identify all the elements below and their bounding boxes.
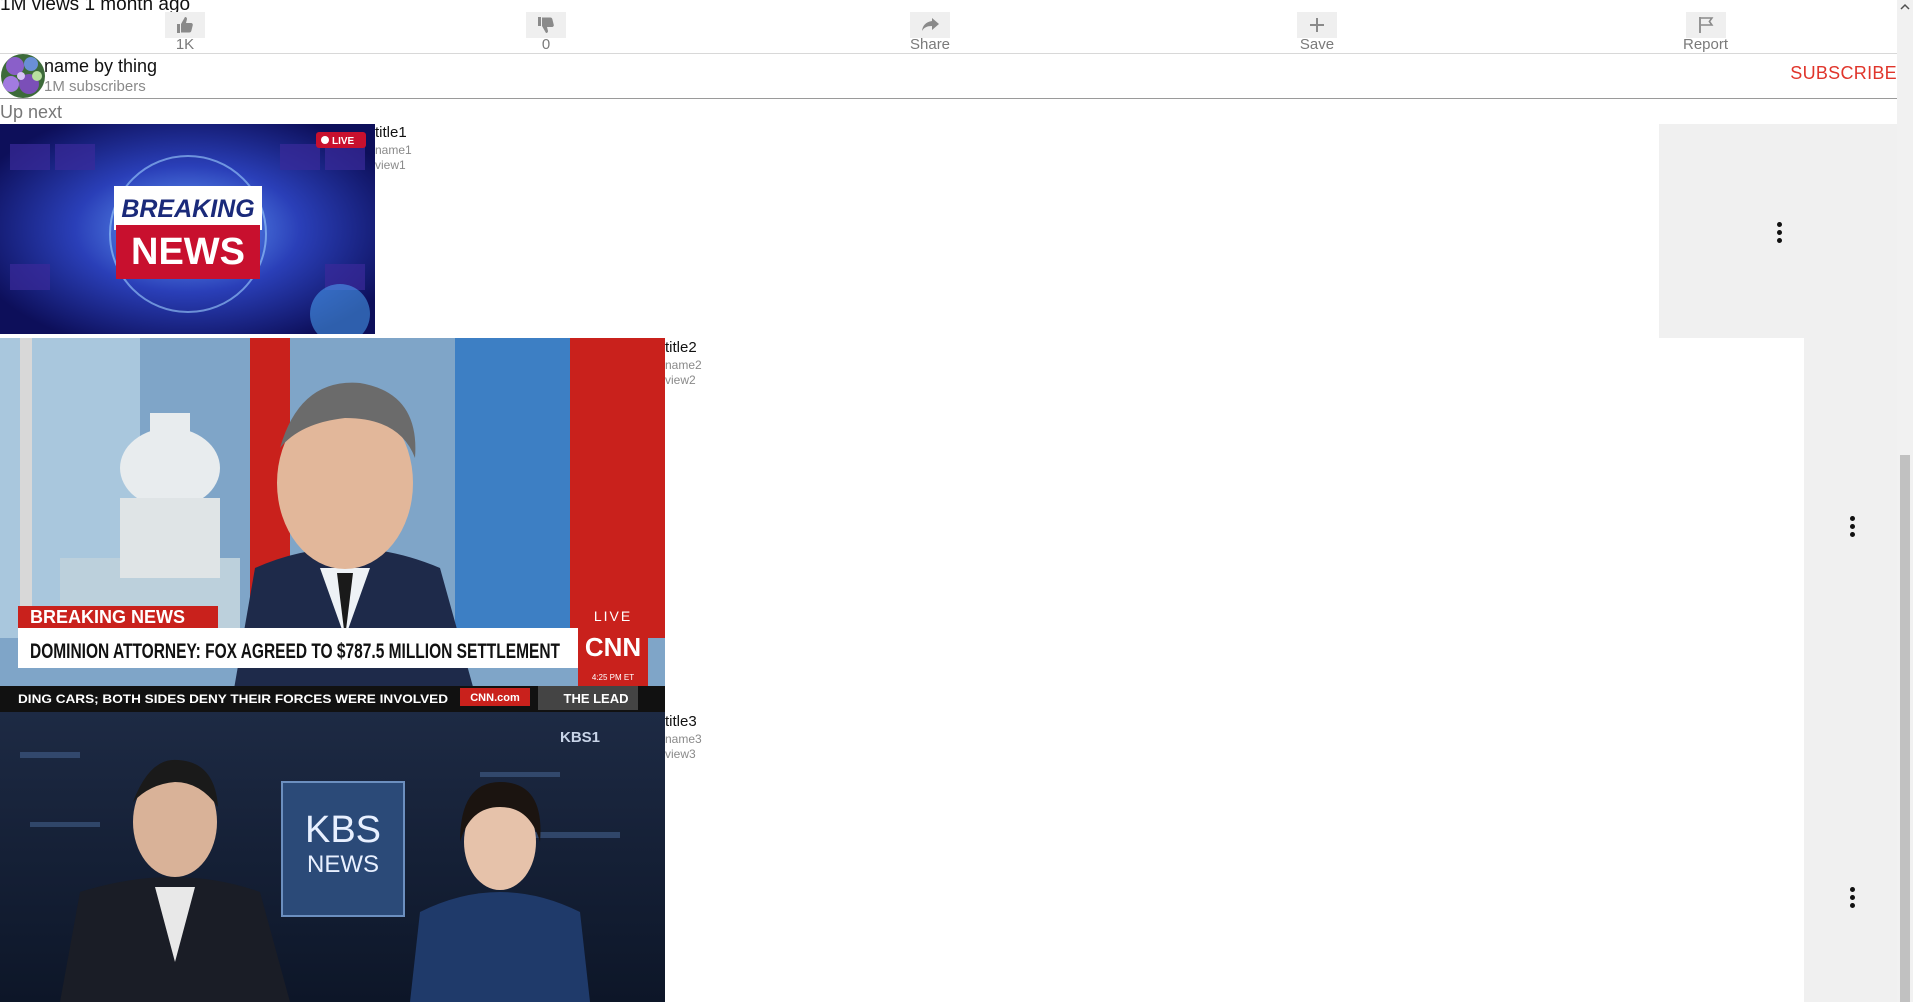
thumbs-up-icon: [165, 12, 205, 38]
dislike-button[interactable]: 0: [526, 12, 566, 54]
thumbnail-caption: 4:25 PM ET: [592, 673, 634, 682]
thumbnail-caption: DOMINION ATTORNEY: FOX AGREED TO $787.5 …: [30, 640, 560, 663]
save-label: Save: [1299, 36, 1335, 53]
subscriber-count: 1M subscribers: [44, 78, 146, 95]
dislike-count: 0: [541, 36, 551, 53]
video-channel: name2: [665, 358, 702, 372]
thumbnail-caption: KBS: [305, 809, 381, 851]
avatar[interactable]: [1, 54, 45, 98]
video-thumbnail[interactable]: LIVE BREAKING NEWS: [0, 124, 375, 334]
save-button[interactable]: Save: [1297, 12, 1337, 54]
scrollbar-thumb[interactable]: [1900, 455, 1910, 1002]
video-thumbnail[interactable]: KBS NEWS KBS1: [0, 712, 665, 1002]
video-title[interactable]: title3: [665, 713, 697, 730]
like-count: 1K: [175, 36, 195, 53]
thumbnail-caption: BREAKING: [121, 195, 254, 223]
more-options-icon[interactable]: [1849, 516, 1855, 537]
thumbnail-caption: LIVE: [594, 608, 632, 624]
scroll-up-arrow-icon[interactable]: [1900, 2, 1910, 12]
like-button[interactable]: 1K: [165, 12, 205, 54]
more-options-icon[interactable]: [1849, 887, 1855, 908]
thumbnail-caption: NEWS: [307, 851, 379, 878]
thumbnail-caption: CNN.com: [470, 692, 520, 704]
divider: [0, 98, 1897, 99]
thumbnail-caption: NEWS: [131, 231, 245, 273]
video-views: view3: [665, 747, 696, 761]
report-button[interactable]: Report: [1683, 12, 1728, 54]
flag-icon: [1685, 12, 1726, 38]
video-thumbnail[interactable]: BREAKING NEWS DOMINION ATTORNEY: FOX AGR…: [0, 338, 665, 712]
video-views: view2: [665, 373, 696, 387]
thumbnail-caption: DING CARS; BOTH SIDES DENY THEIR FORCES …: [18, 692, 448, 706]
divider: [0, 53, 1897, 54]
video-views: view1: [375, 158, 406, 172]
video-meta: 1M views 1 month ago: [0, 0, 191, 15]
video-title[interactable]: title2: [665, 339, 697, 356]
report-label: Report: [1683, 36, 1729, 53]
video-title[interactable]: title1: [375, 124, 407, 141]
thumbnail-caption: BREAKING NEWS: [30, 607, 185, 627]
share-button[interactable]: Share: [910, 12, 950, 54]
share-label: Share: [910, 36, 951, 53]
share-icon: [910, 12, 951, 38]
up-next-heading: Up next: [0, 102, 63, 122]
thumbnail-caption: CNN: [585, 632, 641, 662]
thumbnail-caption: KBS1: [560, 729, 600, 746]
channel-name[interactable]: name by thing: [44, 56, 157, 77]
subscribe-button[interactable]: SUBSCRIBE: [1790, 63, 1897, 84]
thumbs-down-icon: [526, 12, 566, 38]
thumbnail-caption: LIVE: [332, 136, 355, 147]
video-channel: name3: [665, 732, 702, 746]
thumbnail-caption: THE LEAD: [564, 691, 629, 706]
plus-icon: [1297, 12, 1337, 38]
more-options-icon[interactable]: [1776, 222, 1782, 243]
video-channel: name1: [375, 143, 412, 157]
